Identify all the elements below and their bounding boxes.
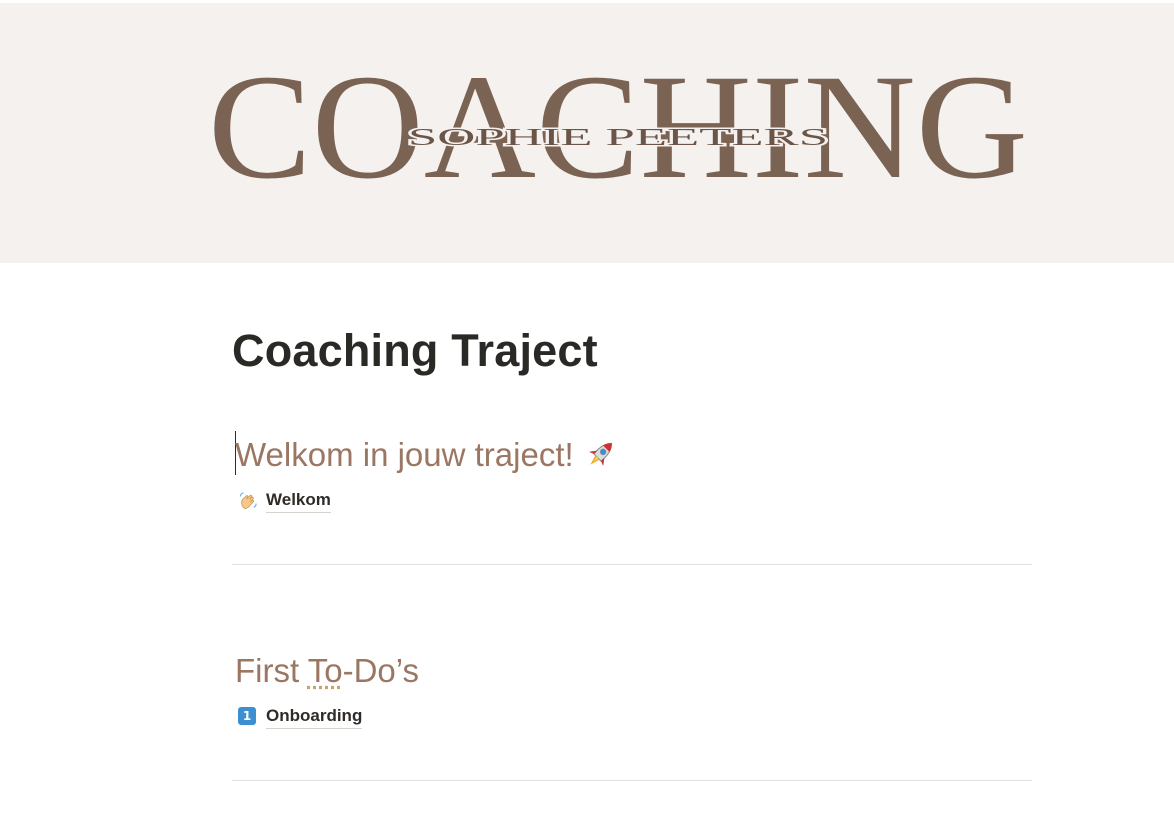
rocket-icon [584, 437, 618, 471]
page-cover[interactable]: COACHING SOPHIE PEETERS [0, 3, 1174, 263]
divider [232, 564, 1032, 565]
keycap-one-glyph: 1 [238, 707, 256, 725]
coaching-logo-banner: COACHING SOPHIE PEETERS [203, 71, 1033, 191]
section-heading-welkom[interactable]: Welkom in jouw traject! [235, 435, 618, 475]
waving-hand-icon [238, 491, 258, 511]
page-title[interactable]: Coaching Traject [232, 323, 598, 379]
section-heading-text-part1: First [235, 652, 308, 689]
cover-name-text: SOPHIE PEETERS [408, 125, 828, 151]
spellcheck-word: To [307, 652, 343, 689]
section-heading-text-part3: -Do’s [342, 652, 420, 689]
keycap-one-icon: 1 [238, 707, 258, 727]
divider [232, 780, 1032, 781]
section-heading-first-todos[interactable]: First To-Do’s [235, 651, 419, 691]
page-link-label: Onboarding [266, 705, 363, 729]
page-link-label: Welkom [266, 489, 331, 513]
page-link-welkom[interactable]: Welkom [238, 488, 331, 514]
section-heading-text: Welkom in jouw traject! [235, 436, 574, 473]
page-link-onboarding[interactable]: 1 Onboarding [238, 704, 363, 730]
